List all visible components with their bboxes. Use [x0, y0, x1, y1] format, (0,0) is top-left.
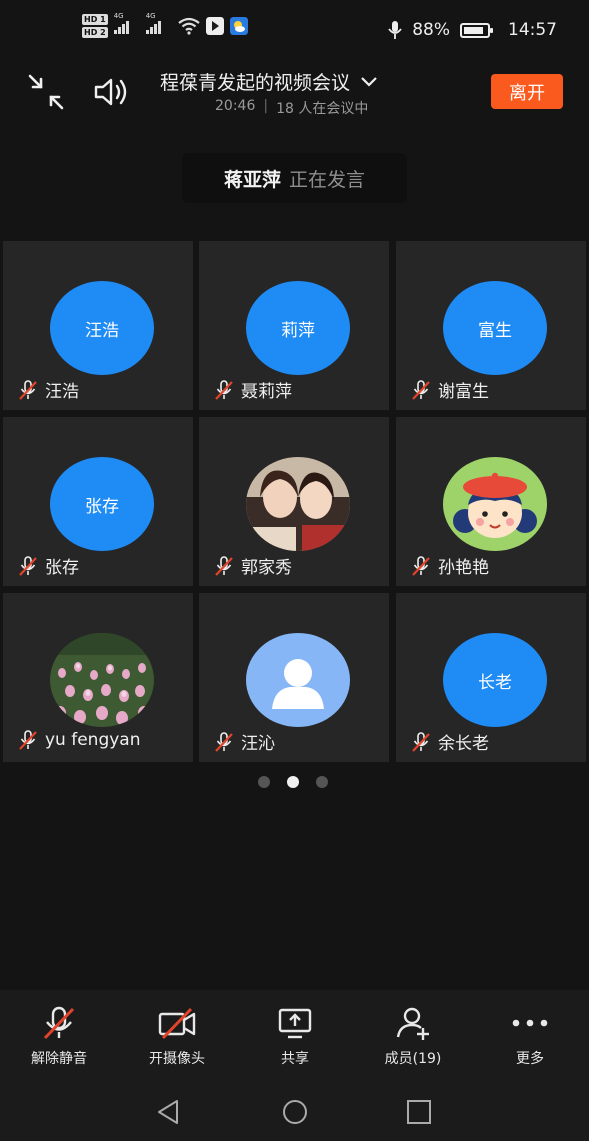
participant-avatar: 长老: [443, 633, 547, 727]
participant-name: 汪浩: [45, 382, 79, 402]
active-speaker-name: 蒋亚萍: [223, 168, 281, 191]
participant-label: 余长老: [410, 729, 489, 754]
signal-icon: 4G: [113, 12, 140, 34]
microphone-muted-icon: [17, 379, 39, 401]
participant-avatar: 张存: [50, 457, 154, 551]
participant-avatar: [50, 633, 154, 727]
microphone-muted-icon: [213, 555, 235, 577]
speaker-icon[interactable]: [92, 72, 132, 112]
camera-off-icon: [158, 1007, 196, 1040]
microphone-icon: [388, 21, 402, 39]
clock: 14:57: [508, 20, 557, 40]
add-member-icon: [396, 1007, 429, 1040]
microphone-muted-icon: [410, 731, 432, 753]
more-button[interactable]: 更多: [471, 1004, 589, 1068]
participant-name: 汪沁: [241, 734, 275, 754]
microphone-muted-icon: [213, 379, 235, 401]
hd-badge-2: HD 2: [82, 27, 108, 38]
members-label: 成员(19): [384, 1051, 442, 1067]
participant-label: 聂莉萍: [213, 377, 292, 402]
participant-tile[interactable]: yu fengyan: [3, 593, 193, 762]
participant-tile[interactable]: 莉萍聂莉萍: [199, 241, 389, 410]
signal-icon: 4G: [145, 12, 172, 34]
screen-share-icon: [278, 1008, 312, 1039]
leave-button[interactable]: 离开: [491, 74, 563, 109]
page-indicator: [258, 776, 328, 788]
home-icon[interactable]: [281, 1098, 309, 1126]
participant-avatar: 富生: [443, 281, 547, 375]
minimize-icon[interactable]: [26, 72, 66, 112]
participant-tile[interactable]: 汪浩 汪浩: [3, 241, 193, 410]
participant-name: 谢富生: [438, 382, 489, 402]
back-icon[interactable]: [155, 1098, 183, 1126]
participant-name: 聂莉萍: [241, 382, 292, 402]
page-dot[interactable]: [316, 776, 328, 788]
members-button[interactable]: 成员(19): [354, 1004, 472, 1068]
active-speaker-banner: 蒋亚萍 正在发言: [182, 153, 407, 203]
microphone-muted-icon: [213, 731, 235, 753]
share-label: 共享: [281, 1051, 309, 1067]
participant-avatar: [246, 633, 350, 727]
battery-percent: 88%: [412, 20, 450, 40]
participant-name: yu fengyan: [45, 730, 141, 750]
participant-label: 汪浩: [17, 377, 79, 402]
more-label: 更多: [516, 1051, 544, 1067]
page-dot[interactable]: [258, 776, 270, 788]
participant-label: 孙艳艳: [410, 553, 489, 578]
weather-icon: [229, 17, 248, 35]
camera-button[interactable]: 开摄像头: [118, 1004, 236, 1068]
participant-tile[interactable]: 孙艳艳: [396, 417, 586, 586]
meeting-subtitle: 20:46 | 18 人在会议中: [215, 98, 368, 118]
participant-tile[interactable]: 富生谢富生: [396, 241, 586, 410]
participant-name: 余长老: [438, 734, 489, 754]
participant-name: 郭家秀: [241, 558, 292, 578]
meeting-duration: 20:46: [215, 98, 256, 114]
participant-avatar: [443, 457, 547, 551]
recent-apps-icon[interactable]: [405, 1098, 433, 1126]
more-dots-icon: [512, 1019, 548, 1027]
camera-label: 开摄像头: [149, 1051, 205, 1067]
participant-count: 18 人在会议中: [276, 101, 369, 117]
participant-name: 孙艳艳: [438, 558, 489, 578]
participant-tile[interactable]: 郭家秀: [199, 417, 389, 586]
wifi-icon: [178, 17, 200, 35]
page-dot[interactable]: [287, 776, 299, 788]
meeting-title-dropdown[interactable]: 程葆青发起的视频会议: [160, 68, 378, 95]
meeting-header: 程葆青发起的视频会议 20:46 | 18 人在会议中 离开: [0, 60, 589, 130]
chevron-down-icon: [361, 76, 377, 87]
meeting-toolbar: 解除静音 开摄像头 共享 成员(19) 更多: [0, 990, 589, 1080]
microphone-muted-icon: [17, 555, 39, 577]
unmute-button[interactable]: 解除静音: [0, 1004, 118, 1068]
microphone-muted-icon: [43, 1006, 75, 1040]
system-navigation-bar: [0, 1080, 589, 1141]
status-bar: HD 1 HD 2 4G 4G 88% 14:57: [0, 0, 589, 60]
participant-label: 谢富生: [410, 377, 489, 402]
share-button[interactable]: 共享: [236, 1004, 354, 1068]
participant-label: yu fengyan: [17, 729, 141, 751]
participant-label: 郭家秀: [213, 553, 292, 578]
hd-badge-1: HD 1: [82, 14, 108, 25]
participant-tile[interactable]: 汪沁: [199, 593, 389, 762]
participant-avatar: 汪浩: [50, 281, 154, 375]
app-notification-icon: [205, 17, 224, 35]
battery-icon: [460, 22, 493, 38]
meeting-title: 程葆青发起的视频会议: [160, 72, 351, 94]
divider: |: [263, 98, 269, 114]
microphone-muted-icon: [410, 379, 432, 401]
participant-label: 张存: [17, 553, 79, 578]
microphone-muted-icon: [17, 729, 39, 751]
participant-avatar: 莉萍: [246, 281, 350, 375]
active-speaker-status: 正在发言: [289, 168, 366, 191]
microphone-muted-icon: [410, 555, 432, 577]
unmute-label: 解除静音: [31, 1051, 87, 1067]
participant-tile[interactable]: 长老余长老: [396, 593, 586, 762]
participant-name: 张存: [45, 558, 79, 578]
participant-label: 汪沁: [213, 729, 275, 754]
participant-tile[interactable]: 张存 张存: [3, 417, 193, 586]
participant-avatar: [246, 457, 350, 551]
